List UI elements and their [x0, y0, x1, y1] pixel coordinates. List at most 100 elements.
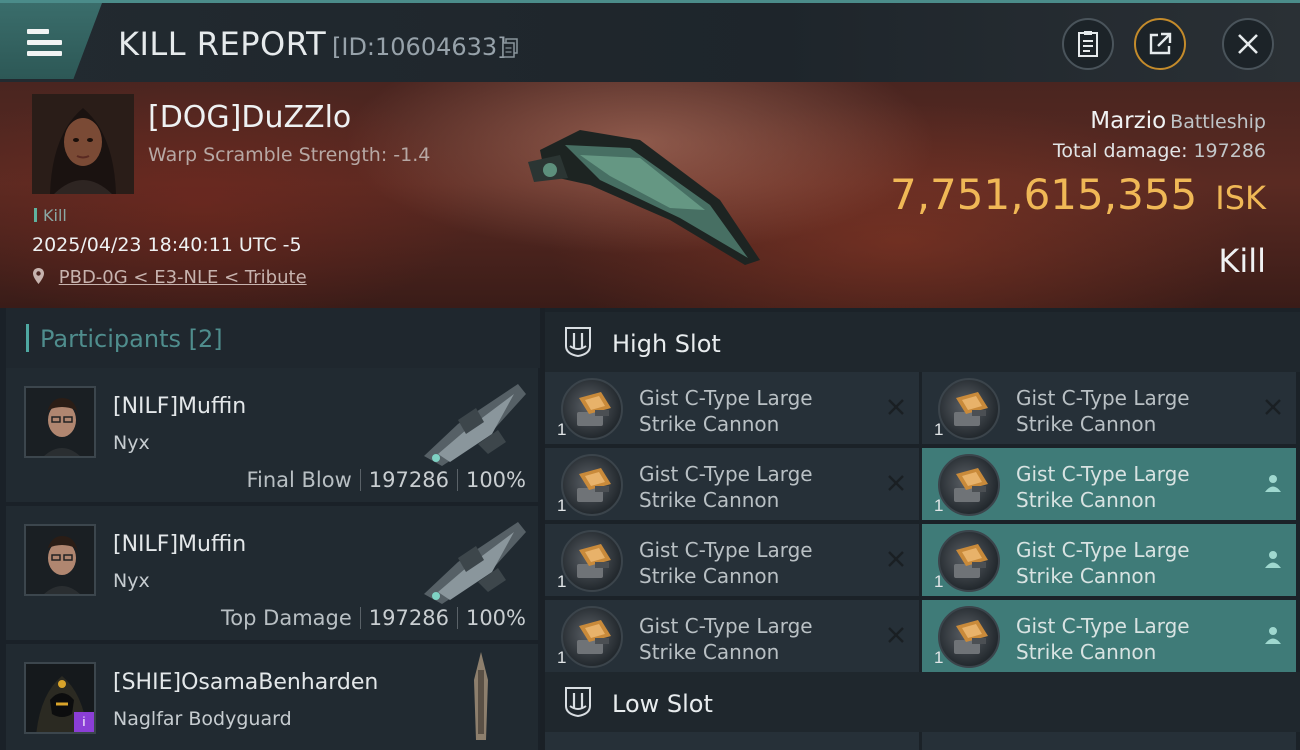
dropped-person-icon	[1265, 627, 1281, 644]
module-name: Gist C-Type Large Strike Cannon	[1016, 537, 1190, 589]
module-quantity: 1	[557, 496, 567, 515]
participant-ship: Nyx	[113, 432, 150, 454]
victim-avatar[interactable]	[32, 94, 134, 194]
participant-stats: Top Damage 197286 100%	[221, 606, 526, 630]
module-name: Gist C-Type Large Strike Cannon	[1016, 461, 1190, 513]
module-quantity: 1	[934, 648, 944, 667]
low-slot-icon	[565, 687, 591, 718]
participant-role: Final Blow	[246, 468, 352, 492]
module-icon-frame	[561, 378, 623, 440]
module-name: Gist C-Type Large Strike Cannon	[639, 461, 813, 513]
module-item[interactable]: 1 Gist C-Type Large Strike Cannon	[922, 448, 1296, 520]
share-icon	[1149, 32, 1172, 55]
module-item[interactable]: 1 Gist C-Type Large Strike Cannon	[922, 524, 1296, 596]
module-quantity: 1	[557, 420, 567, 439]
destroyed-icon	[888, 399, 904, 415]
info-badge: i	[74, 712, 94, 732]
kill-location-link[interactable]: PBD-0G < E3-NLE < Tribute	[32, 267, 307, 288]
participant-name: [NILF]Muffin	[113, 394, 247, 419]
module-item[interactable]: 1 Gist C-Type Large Strike Cannon	[922, 372, 1296, 444]
module-item[interactable]: 1 Gist C-Type Large Strike Cannon	[545, 600, 919, 672]
module-quantity: 1	[557, 648, 567, 667]
victim-ship-class: Battleship	[1170, 111, 1266, 133]
module-item[interactable]: 1 Gist C-Type Large Strike Cannon	[545, 524, 919, 596]
module-name-line2: Strike Cannon	[1016, 488, 1157, 512]
total-damage-value: 197286	[1193, 140, 1266, 162]
participants-panel: Participants [2] [NILF]Muffin Nyx Final …	[0, 308, 540, 750]
strike-cannon-icon	[577, 468, 611, 502]
warp-scramble-strength: Warp Scramble Strength: -1.4	[148, 144, 431, 166]
module-name-line1: Gist C-Type Large	[639, 614, 813, 638]
module-name: Gist C-Type Large Strike Cannon	[639, 613, 813, 665]
module-item[interactable]: 1 Gist C-Type Large Strike Cannon	[545, 448, 919, 520]
high-slot-title: High Slot	[612, 330, 721, 358]
strike-cannon-icon	[954, 392, 988, 426]
close-button[interactable]	[1222, 18, 1274, 70]
participant-ship-image	[424, 522, 526, 604]
participant-row[interactable]: [NILF]Muffin Nyx Final Blow 197286 100%	[6, 368, 538, 502]
high-slot-icon	[565, 327, 591, 358]
module-icon-frame	[938, 454, 1000, 516]
participant-avatar[interactable]: i	[24, 662, 96, 734]
low-slot-module-partial[interactable]	[545, 732, 919, 750]
total-damage-label: Total damage:	[1053, 140, 1188, 162]
participant-name: [SHIE]OsamaBenharden	[113, 670, 379, 695]
kill-datetime: 2025/04/23 18:40:11 UTC -5	[32, 234, 302, 256]
participant-percent: 100%	[465, 606, 526, 630]
isk-value: 7,751,615,355 ISK	[890, 170, 1266, 219]
clipboard-icon	[1078, 31, 1098, 57]
module-name-line1: Gist C-Type Large	[1016, 386, 1190, 410]
participant-ship-image	[474, 652, 488, 740]
pilot-portrait-icon	[32, 94, 134, 194]
report-list-button[interactable]	[1062, 18, 1114, 70]
low-slot-module-partial[interactable]	[922, 732, 1296, 750]
victim-ship-name: Marzio	[1090, 108, 1167, 134]
destroyed-icon	[1265, 399, 1281, 415]
copy-icon[interactable]	[502, 38, 518, 58]
participants-title-text: Participants	[40, 325, 181, 353]
location-pin-icon	[33, 268, 44, 284]
module-quantity: 1	[557, 572, 567, 591]
strike-cannon-icon	[954, 468, 988, 502]
victim-banner: [DOG]DuZZlo Warp Scramble Strength: -1.4…	[0, 82, 1300, 308]
victim-ship-image	[528, 130, 760, 265]
module-item[interactable]: 1 Gist C-Type Large Strike Cannon	[545, 372, 919, 444]
module-name-line1: Gist C-Type Large	[1016, 462, 1190, 486]
module-item[interactable]: 1 Gist C-Type Large Strike Cannon	[922, 600, 1296, 672]
kill-tag: Kill	[34, 206, 67, 225]
participant-avatar[interactable]	[24, 386, 96, 458]
module-name-line2: Strike Cannon	[1016, 640, 1157, 664]
module-icon-frame	[561, 530, 623, 592]
module-icon-frame	[561, 606, 623, 668]
participant-percent: 100%	[465, 468, 526, 492]
participants-header: Participants [2]	[6, 308, 540, 368]
dropped-person-icon	[1265, 475, 1281, 492]
participant-damage: 197286	[368, 606, 449, 630]
module-quantity: 1	[934, 420, 944, 439]
strike-cannon-icon	[577, 620, 611, 654]
low-slot-header: Low Slot	[545, 672, 1300, 732]
participant-row[interactable]: [NILF]Muffin Nyx Top Damage 197286 100%	[6, 506, 538, 640]
destroyed-icon	[888, 475, 904, 491]
participant-row[interactable]: i [SHIE]OsamaBenharden Naglfar Bodyguard	[6, 644, 538, 750]
participant-avatar[interactable]	[24, 524, 96, 596]
module-name-line2: Strike Cannon	[639, 488, 780, 512]
strike-cannon-icon	[954, 544, 988, 578]
participant-damage: 197286	[368, 468, 449, 492]
low-slot-title: Low Slot	[612, 690, 713, 718]
participants-title: Participants [2]	[26, 325, 223, 353]
menu-button[interactable]	[0, 3, 102, 79]
report-id: [ID:10604633]	[332, 33, 507, 61]
module-name: Gist C-Type Large Strike Cannon	[1016, 613, 1190, 665]
stat-divider	[359, 607, 361, 629]
module-name-line1: Gist C-Type Large	[639, 462, 813, 486]
fitting-panel: High Slot 1 Gist C-Type Large Strike Canno…	[545, 308, 1300, 750]
total-damage: Total damage: 197286	[1053, 140, 1266, 162]
isk-amount: 7,751,615,355	[889, 170, 1198, 219]
participant-stats: Final Blow 197286 100%	[246, 468, 526, 492]
victim-ship-info: Marzio Battleship	[1090, 108, 1266, 134]
module-name-line1: Gist C-Type Large	[1016, 538, 1190, 562]
share-button[interactable]	[1134, 18, 1186, 70]
module-name: Gist C-Type Large Strike Cannon	[639, 537, 813, 589]
stat-divider	[456, 607, 458, 629]
